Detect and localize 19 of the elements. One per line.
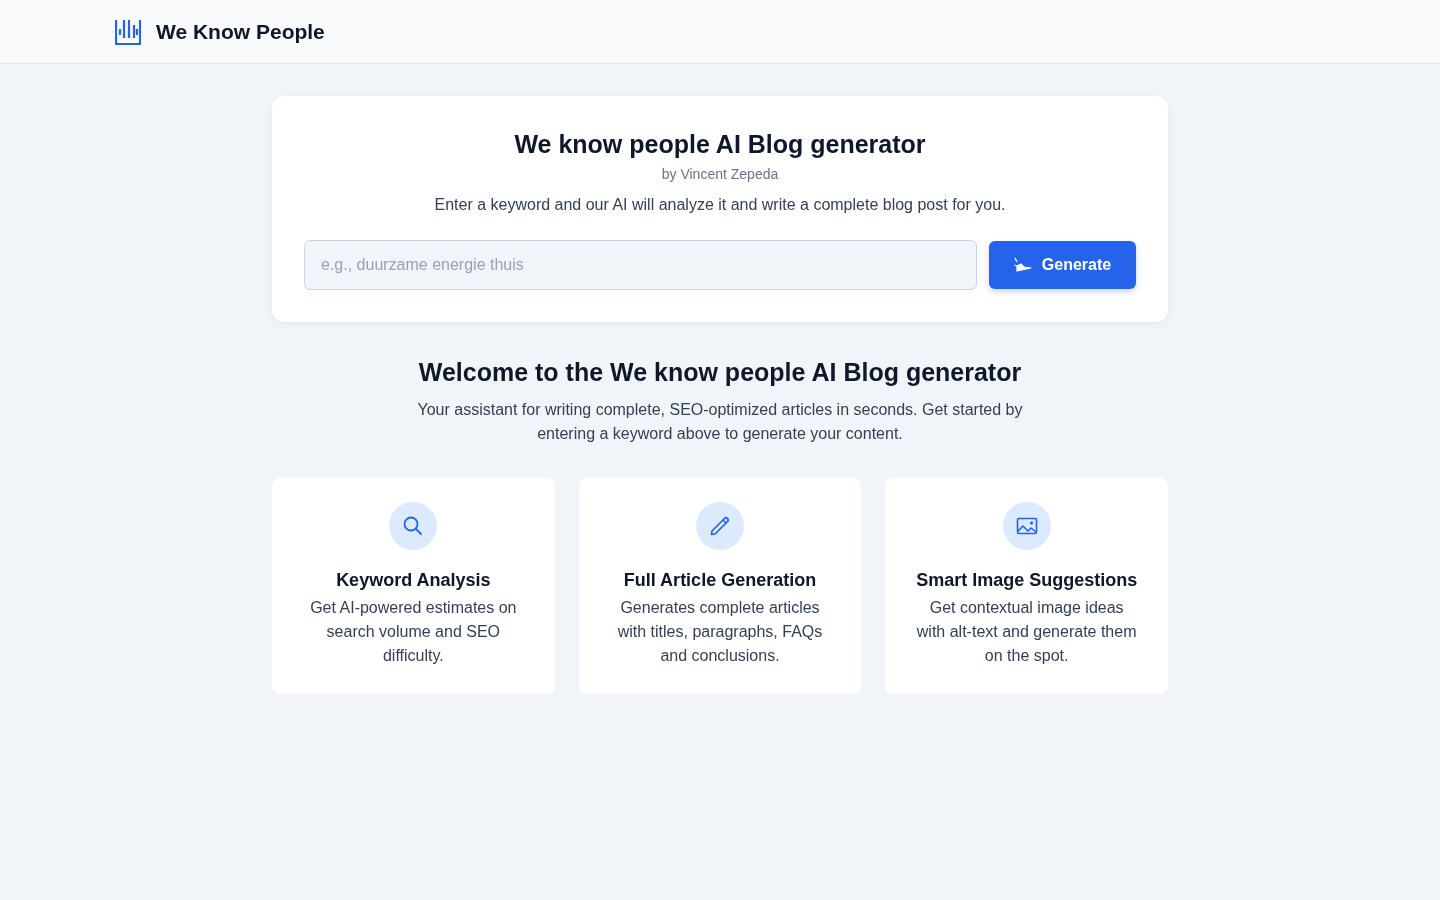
welcome-text: Your assistant for writing complete, SEO-optimized articles in seconds. Get started by entering a keyword above to generate your content. bbox=[416, 400, 1024, 444]
generate-button[interactable]: Generate bbox=[989, 241, 1136, 289]
feature-title: Smart Image Suggestions bbox=[916, 569, 1138, 592]
logo-icon bbox=[115, 18, 141, 45]
generator-description: Enter a keyword and our AI will analyze it and write a complete blog post for you. bbox=[433, 195, 1007, 215]
feature-description: Generates complete articles with titles, paragraphs, FAQs and conclusions. bbox=[616, 598, 824, 666]
byline: by Vincent Zepeda bbox=[660, 165, 780, 184]
feature-description: Get AI-powered estimates on search volume and SEO difficulty. bbox=[309, 598, 518, 666]
keyword-input[interactable]: e.g., duurzame energie thuis bbox=[304, 240, 977, 290]
welcome-title: Welcome to the We know people AI Blog generator bbox=[417, 357, 1023, 388]
generator-title: We know people AI Blog generator bbox=[513, 129, 927, 160]
feature-title: Keyword Analysis bbox=[336, 569, 491, 592]
brand-name: We Know People bbox=[156, 19, 325, 44]
feature-description: Get contextual image ideas with alt-text and generate them on the spot. bbox=[915, 598, 1138, 666]
paper-plane-icon bbox=[1013, 257, 1032, 273]
pencil-icon bbox=[696, 502, 744, 550]
feature-title: Full Article Generation bbox=[623, 569, 817, 592]
search-icon bbox=[389, 502, 438, 550]
image-icon bbox=[1002, 502, 1051, 550]
